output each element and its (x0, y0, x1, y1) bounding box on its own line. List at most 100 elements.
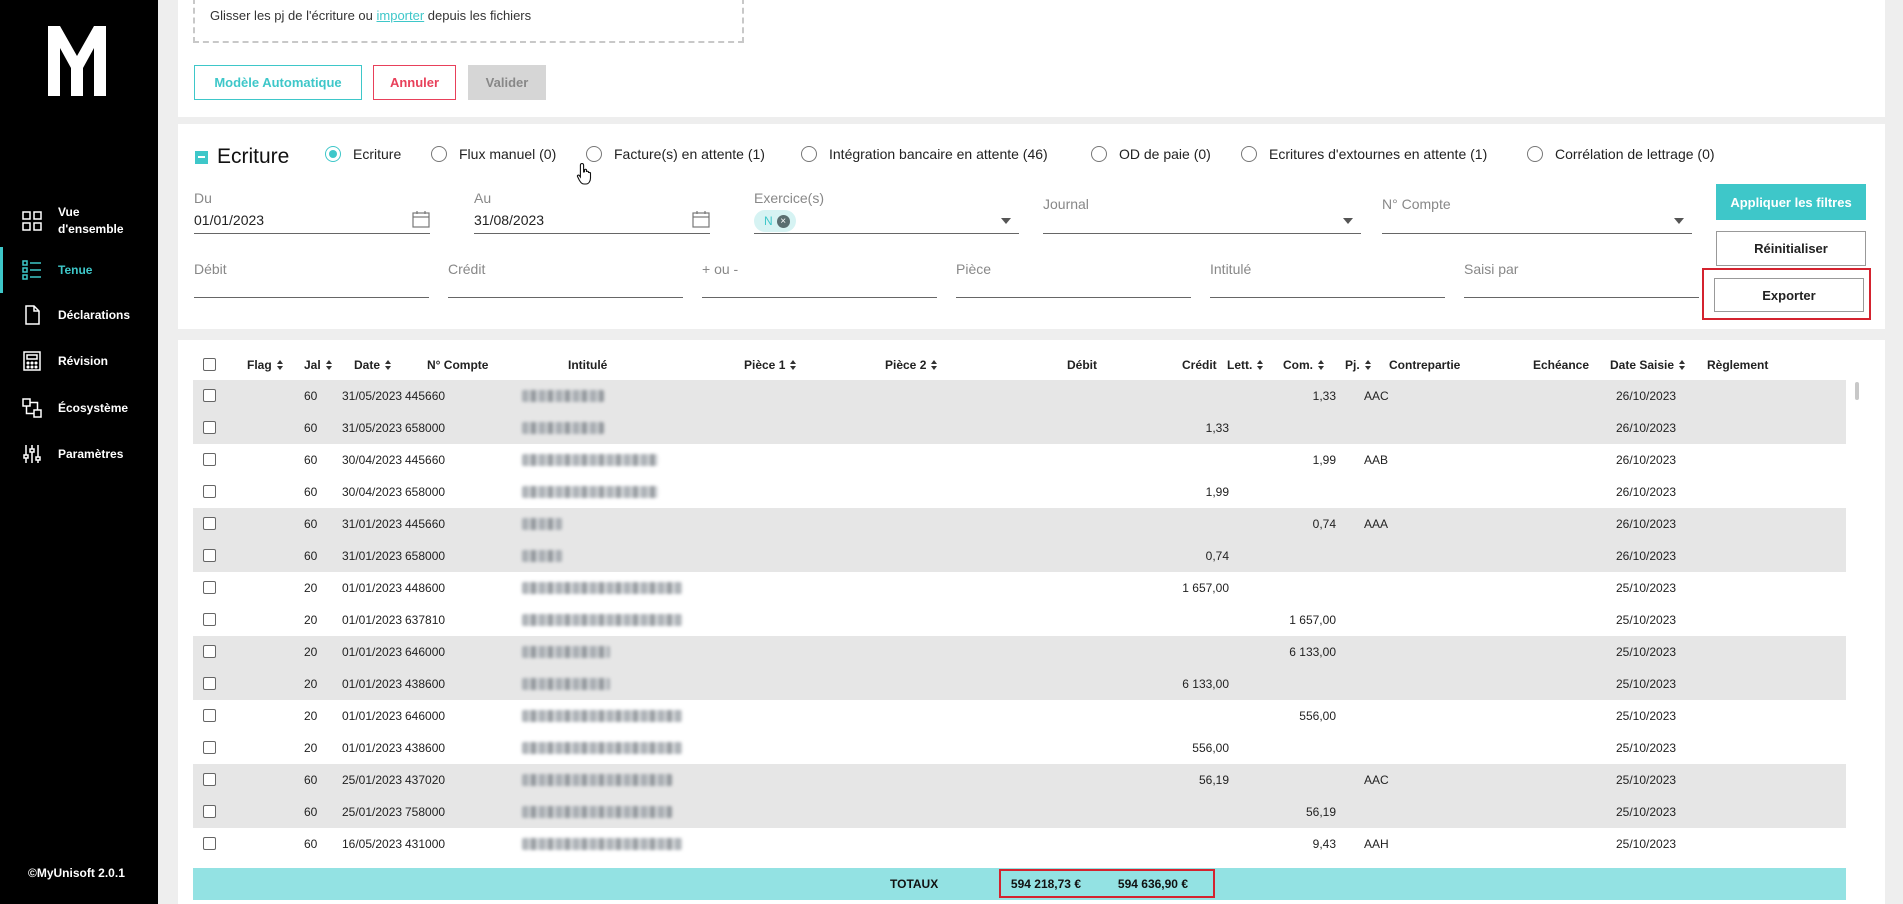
row-checkbox[interactable] (203, 549, 216, 562)
exercice-select[interactable]: Exercice(s) N × (754, 190, 1019, 234)
table-row[interactable]: 60 31/05/2023 658000 1,33 26/10/2023 (193, 412, 1846, 444)
col-echeance[interactable]: Echéance (1533, 358, 1589, 372)
sidebar-item-ecosysteme[interactable]: Écosystème (0, 385, 158, 431)
date-du-field[interactable]: Du 01/01/2023 (194, 190, 430, 234)
table-scrollbar[interactable] (1854, 382, 1860, 862)
chevron-down-icon[interactable] (1343, 218, 1353, 224)
col-label: Règlement (1707, 358, 1769, 372)
col-com[interactable]: Com. (1283, 358, 1325, 372)
row-checkbox[interactable] (203, 645, 216, 658)
row-checkbox[interactable] (203, 389, 216, 402)
row-checkbox[interactable] (203, 837, 216, 850)
sidebar-item-parametres[interactable]: Paramètres (0, 431, 158, 477)
col-reglement[interactable]: Règlement (1707, 358, 1768, 372)
col-debit[interactable]: Débit (1067, 358, 1097, 372)
row-checkbox[interactable] (203, 773, 216, 786)
filter-panel: Ecriture Ecriture Flux manuel (0) Factur… (178, 124, 1885, 329)
chip-label: N (764, 214, 773, 228)
table-row[interactable]: 60 25/01/2023 758000 56,19 25/10/2023 (193, 796, 1846, 828)
radio-factures-attente[interactable]: Facture(s) en attente (1) (586, 146, 765, 162)
journal-select[interactable]: Journal (1043, 196, 1361, 234)
row-checkbox[interactable] (203, 741, 216, 754)
radio-integration-bancaire[interactable]: Intégration bancaire en attente (46) (801, 146, 1048, 162)
chevron-down-icon[interactable] (1674, 218, 1684, 224)
col-jal[interactable]: Jal (304, 358, 333, 372)
exercice-chip[interactable]: N × (754, 210, 796, 232)
radio-od-paie[interactable]: OD de paie (0) (1091, 146, 1211, 162)
scrollbar-thumb[interactable] (1855, 382, 1859, 400)
cell-debit: 1,99 (1205, 485, 1229, 499)
table-row[interactable]: 20 01/01/2023 646000 556,00 25/10/2023 (193, 700, 1846, 732)
table-row[interactable]: 60 30/04/2023 445660 1,99 AAB 26/10/2023 (193, 444, 1846, 476)
col-date-saisie[interactable]: Date Saisie (1610, 358, 1686, 372)
table-row[interactable]: 60 30/04/2023 658000 1,99 26/10/2023 (193, 476, 1846, 508)
col-lett[interactable]: Lett. (1227, 358, 1264, 372)
sidebar-item-declarations[interactable]: Déclarations (0, 292, 158, 338)
row-checkbox[interactable] (203, 709, 216, 722)
col-pj[interactable]: Pj. (1345, 358, 1372, 372)
valider-button[interactable]: Valider (468, 65, 546, 100)
chevron-down-icon[interactable] (1001, 218, 1011, 224)
piece-field[interactable]: Pièce (956, 261, 1191, 298)
attachment-dropzone[interactable]: Glisser les pj de l'écriture ou importer… (193, 0, 744, 43)
reset-button[interactable]: Réinitialiser (1716, 231, 1866, 266)
row-checkbox[interactable] (203, 421, 216, 434)
cell-intitule-redacted (522, 678, 610, 690)
table-row[interactable]: 20 01/01/2023 637810 1 657,00 25/10/2023 (193, 604, 1846, 636)
dropzone-text-after: depuis les fichiers (424, 8, 532, 23)
credit-field[interactable]: Crédit (448, 261, 683, 298)
radio-ecriture[interactable]: Ecriture (325, 146, 401, 162)
row-checkbox[interactable] (203, 805, 216, 818)
annuler-button[interactable]: Annuler (373, 65, 456, 100)
apply-filters-button[interactable]: Appliquer les filtres (1716, 184, 1866, 220)
sidebar-item-revision[interactable]: Révision (0, 338, 158, 384)
calendar-icon[interactable] (412, 210, 430, 228)
calendar-icon[interactable] (692, 210, 710, 228)
row-checkbox[interactable] (203, 613, 216, 626)
col-flag[interactable]: Flag (247, 358, 284, 372)
plus-ou-moins-field[interactable]: + ou - (702, 261, 937, 298)
row-checkbox[interactable] (203, 485, 216, 498)
table-row[interactable]: 60 16/05/2023 431000 9,43 AAH 25/10/2023 (193, 828, 1846, 860)
table-row[interactable]: 20 01/01/2023 438600 6 133,00 25/10/2023 (193, 668, 1846, 700)
modele-automatique-button[interactable]: Modèle Automatique (194, 65, 362, 100)
radio-correlation-lettrage[interactable]: Corrélation de lettrage (0) (1527, 146, 1715, 162)
col-compte[interactable]: N° Compte (427, 358, 488, 372)
col-credit[interactable]: Crédit (1182, 358, 1217, 372)
chip-remove-icon[interactable]: × (776, 214, 790, 228)
radio-flux-manuel[interactable]: Flux manuel (0) (431, 146, 556, 162)
compte-select[interactable]: N° Compte (1382, 196, 1692, 234)
sort-icon (1257, 360, 1264, 370)
cell-jal: 20 (304, 677, 318, 691)
cell-credit: 556,00 (1299, 709, 1336, 723)
collapse-icon[interactable] (195, 150, 208, 164)
table-row[interactable]: 60 31/05/2023 445660 1,33 AAC 26/10/2023 (193, 380, 1846, 412)
table-row[interactable]: 20 01/01/2023 646000 6 133,00 25/10/2023 (193, 636, 1846, 668)
table-row[interactable]: 60 25/01/2023 437020 56,19 AAC 25/10/2023 (193, 764, 1846, 796)
col-contrepartie[interactable]: Contrepartie (1389, 358, 1460, 372)
date-au-field[interactable]: Au 31/08/2023 (474, 190, 710, 234)
cell-date: 31/05/2023 (342, 389, 403, 403)
table-row[interactable]: 60 31/01/2023 658000 0,74 26/10/2023 (193, 540, 1846, 572)
row-checkbox[interactable] (203, 453, 216, 466)
table-row[interactable]: 60 31/01/2023 445660 0,74 AAA 26/10/2023 (193, 508, 1846, 540)
col-date[interactable]: Date (354, 358, 392, 372)
row-checkbox[interactable] (203, 677, 216, 690)
debit-field[interactable]: Débit (194, 261, 429, 298)
intitule-field[interactable]: Intitulé (1210, 261, 1445, 298)
col-intitule[interactable]: Intitulé (568, 358, 607, 372)
sidebar-item-vue-ensemble[interactable]: Vue d'ensemble (0, 198, 158, 244)
table-row[interactable]: 20 01/01/2023 448600 1 657,00 25/10/2023 (193, 572, 1846, 604)
radio-ecritures-extournes[interactable]: Ecritures d'extournes en attente (1) (1241, 146, 1487, 162)
table-row[interactable]: 20 01/01/2023 438600 556,00 25/10/2023 (193, 732, 1846, 764)
sidebar: Vue d'ensemble Tenue Déclarations Révisi… (0, 0, 158, 904)
row-checkbox[interactable] (203, 581, 216, 594)
select-all-checkbox[interactable] (203, 358, 216, 371)
col-piece1[interactable]: Pièce 1 (744, 358, 797, 372)
import-link[interactable]: importer (377, 8, 425, 23)
col-piece2[interactable]: Pièce 2 (885, 358, 938, 372)
row-checkbox[interactable] (203, 517, 216, 530)
saisi-par-field[interactable]: Saisi par (1464, 261, 1699, 298)
sidebar-item-tenue[interactable]: Tenue (0, 247, 158, 293)
export-button[interactable]: Exporter (1714, 278, 1864, 312)
